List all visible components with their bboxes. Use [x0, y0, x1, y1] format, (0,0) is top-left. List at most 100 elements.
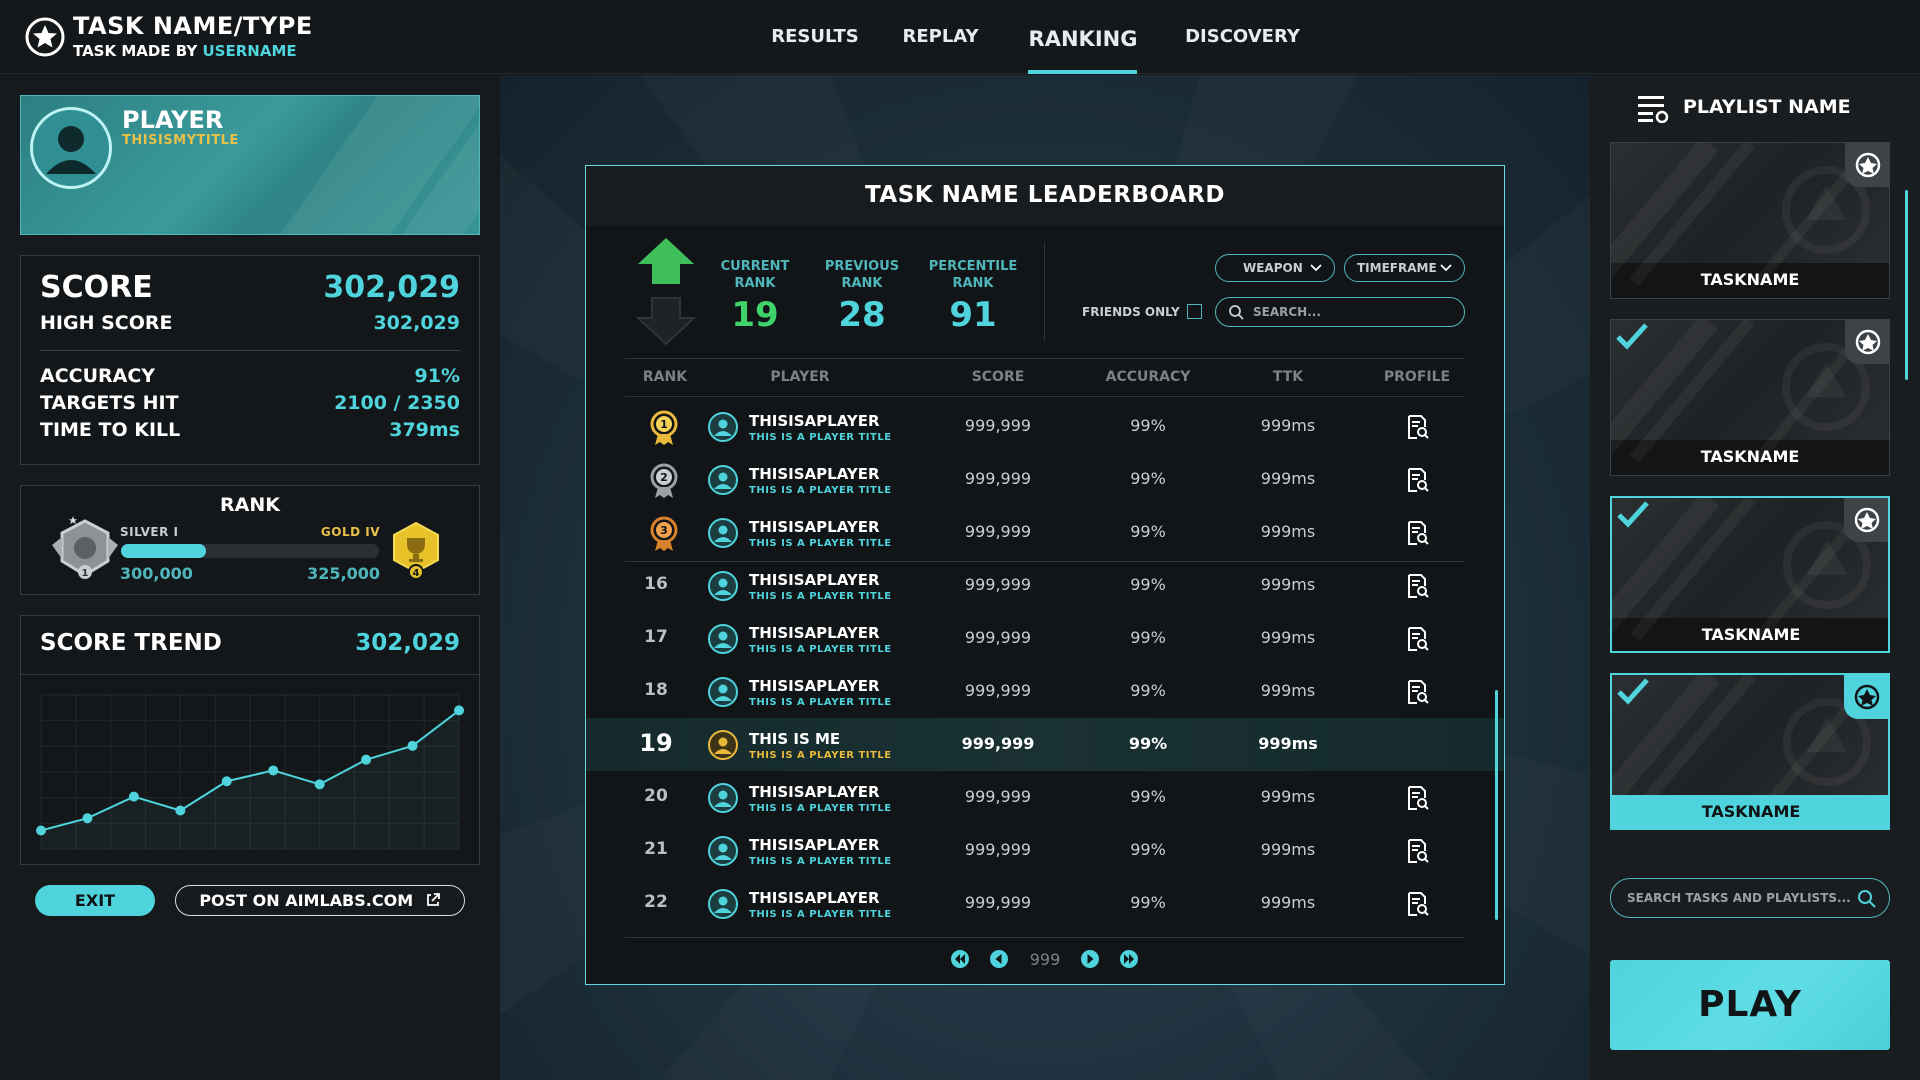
leaderboard-row[interactable]: 3 THISISAPLAYER THIS IS A PLAYER TITLE 999,… [586, 506, 1504, 559]
timeframe-dropdown[interactable]: TIMEFRAME [1344, 254, 1465, 282]
svg-text:4: 4 [413, 568, 420, 579]
task-name: TASKNAME [1700, 270, 1800, 289]
play-button[interactable]: PLAY [1610, 960, 1890, 1050]
row-player-name[interactable]: THISISAPLAYER [749, 624, 880, 642]
trend-point [454, 705, 464, 716]
next-page-icon[interactable] [1080, 949, 1100, 969]
svg-text:2: 2 [660, 471, 668, 484]
column-header-top-line [625, 358, 1465, 359]
percentile-rank-value: 91 [949, 295, 997, 335]
playlist-scrollbar[interactable] [1905, 190, 1908, 380]
leaderboard-row[interactable]: 17 THISISAPLAYER THIS IS A PLAYER TITLE 999… [586, 612, 1504, 665]
playlist-task-card[interactable]: TASKNAME [1610, 142, 1890, 299]
view-profile-icon[interactable] [1406, 891, 1430, 917]
column-header-bottom-line [625, 396, 1465, 397]
col-header-accuracy: ACCURACY [1105, 369, 1191, 385]
row-player-title: THIS IS A PLAYER TITLE [749, 697, 892, 708]
row-avatar[interactable] [708, 412, 738, 442]
task-type-badge [1845, 143, 1889, 187]
score-label: SCORE [40, 270, 153, 305]
row-ttk: 999ms [1260, 628, 1316, 647]
friends-only-checkbox[interactable] [1187, 304, 1202, 319]
view-profile-icon[interactable] [1406, 520, 1430, 546]
previous-page-icon[interactable] [989, 949, 1009, 969]
row-avatar[interactable] [708, 677, 738, 707]
playlist-task-card[interactable]: TASKNAME [1610, 673, 1890, 830]
user-avatar-icon [714, 684, 732, 701]
row-player-name[interactable]: THISISAPLAYER [749, 889, 880, 907]
row-player-name[interactable]: THISISAPLAYER [749, 518, 880, 536]
row-player-name[interactable]: THIS IS ME [749, 730, 840, 748]
row-player-name[interactable]: THISISAPLAYER [749, 783, 880, 801]
row-avatar[interactable] [708, 465, 738, 495]
score-trend-value: 302,029 [355, 630, 460, 656]
task-author: TASK MADE BY USERNAME [73, 42, 297, 60]
row-avatar[interactable] [708, 783, 738, 813]
row-player-name[interactable]: THISISAPLAYER [749, 465, 880, 483]
col-header-profile: PROFILE [1383, 369, 1451, 385]
row-player-name[interactable]: THISISAPLAYER [749, 677, 880, 695]
row-avatar[interactable] [708, 518, 738, 548]
leaderboard-row[interactable]: 16 THISISAPLAYER THIS IS A PLAYER TITLE 999… [586, 559, 1504, 612]
row-accuracy: 99% [1130, 681, 1166, 700]
view-profile-icon[interactable] [1406, 785, 1430, 811]
current-tier-points: 300,000 [120, 564, 193, 583]
view-profile-icon[interactable] [1406, 573, 1430, 599]
view-profile-icon[interactable] [1406, 414, 1430, 440]
task-author-username[interactable]: USERNAME [203, 42, 297, 60]
completed-check-icon [1617, 678, 1649, 705]
row-ttk: 999ms [1260, 681, 1316, 700]
row-player-name[interactable]: THISISAPLAYER [749, 836, 880, 854]
exit-button[interactable]: EXIT [35, 885, 155, 916]
post-on-aimlabs-button[interactable]: POST ON AIMLABS.COM [175, 885, 465, 916]
view-profile-icon[interactable] [1406, 679, 1430, 705]
row-player-title: THIS IS A PLAYER TITLE [749, 538, 892, 549]
row-score: 999,999 [964, 469, 1032, 488]
player-avatar[interactable] [30, 107, 112, 189]
chevron-down-icon [1310, 264, 1322, 272]
tab-replay[interactable]: REPLAY [893, 26, 988, 47]
view-profile-icon[interactable] [1406, 467, 1430, 493]
task-type-badge [1844, 675, 1888, 719]
user-avatar-icon [714, 631, 732, 648]
rank-progress-fill [121, 544, 206, 558]
leaderboard-row[interactable]: 18 THISISAPLAYER THIS IS A PLAYER TITLE 999… [586, 665, 1504, 718]
row-accuracy: 99% [1130, 893, 1166, 912]
playlist-task-card[interactable]: TASKNAME [1610, 496, 1890, 653]
row-avatar[interactable] [708, 889, 738, 919]
row-avatar[interactable] [708, 624, 738, 654]
weapon-dropdown[interactable]: WEAPON [1215, 254, 1335, 282]
tab-discovery[interactable]: DISCOVERY [1180, 26, 1305, 47]
leaderboard-row[interactable]: 21 THISISAPLAYER THIS IS A PLAYER TITLE 999… [586, 824, 1504, 877]
row-accuracy: 99% [1130, 787, 1166, 806]
leaderboard-row[interactable]: 20 THISISAPLAYER THIS IS A PLAYER TITLE 999… [586, 771, 1504, 824]
task-name: TASKNAME [1701, 625, 1801, 644]
row-player-name[interactable]: THISISAPLAYER [749, 412, 880, 430]
last-page-icon[interactable] [1119, 949, 1139, 969]
trend-point [361, 754, 372, 765]
leaderboard-row[interactable]: 1 THISISAPLAYER THIS IS A PLAYER TITLE 999,… [586, 400, 1504, 453]
leaderboard-row[interactable]: 22 THISISAPLAYER THIS IS A PLAYER TITLE 999… [586, 877, 1504, 930]
col-header-ttk: TTK [1272, 369, 1304, 385]
tab-results[interactable]: RESULTS [765, 26, 865, 47]
playlist-icon [1638, 96, 1669, 123]
rank-stats-divider [1044, 242, 1045, 340]
tab-ranking[interactable]: RANKING [1023, 27, 1143, 51]
view-profile-icon[interactable] [1406, 626, 1430, 652]
playlist-task-card[interactable]: TASKNAME [1610, 319, 1890, 476]
first-page-icon[interactable] [950, 949, 970, 969]
high-score-value: 302,029 [373, 312, 460, 334]
row-player-name[interactable]: THISISAPLAYER [749, 571, 880, 589]
view-profile-icon[interactable] [1406, 838, 1430, 864]
row-avatar[interactable] [708, 730, 738, 760]
leaderboard-search-input[interactable]: SEARCH... [1215, 297, 1465, 327]
leaderboard-bottom-line [625, 937, 1465, 938]
accuracy-value: 91% [414, 365, 460, 387]
next-tier-points: 325,000 [307, 564, 380, 583]
row-avatar[interactable] [708, 571, 738, 601]
leaderboard-scrollbar[interactable] [1495, 690, 1498, 920]
leaderboard-row[interactable]: 2 THISISAPLAYER THIS IS A PLAYER TITLE 999,… [586, 453, 1504, 506]
row-avatar[interactable] [708, 836, 738, 866]
leaderboard-row-me[interactable]: 19 THIS IS ME THIS IS A PLAYER TITLE 999,99… [586, 718, 1504, 771]
row-rank: 18 [644, 680, 668, 700]
